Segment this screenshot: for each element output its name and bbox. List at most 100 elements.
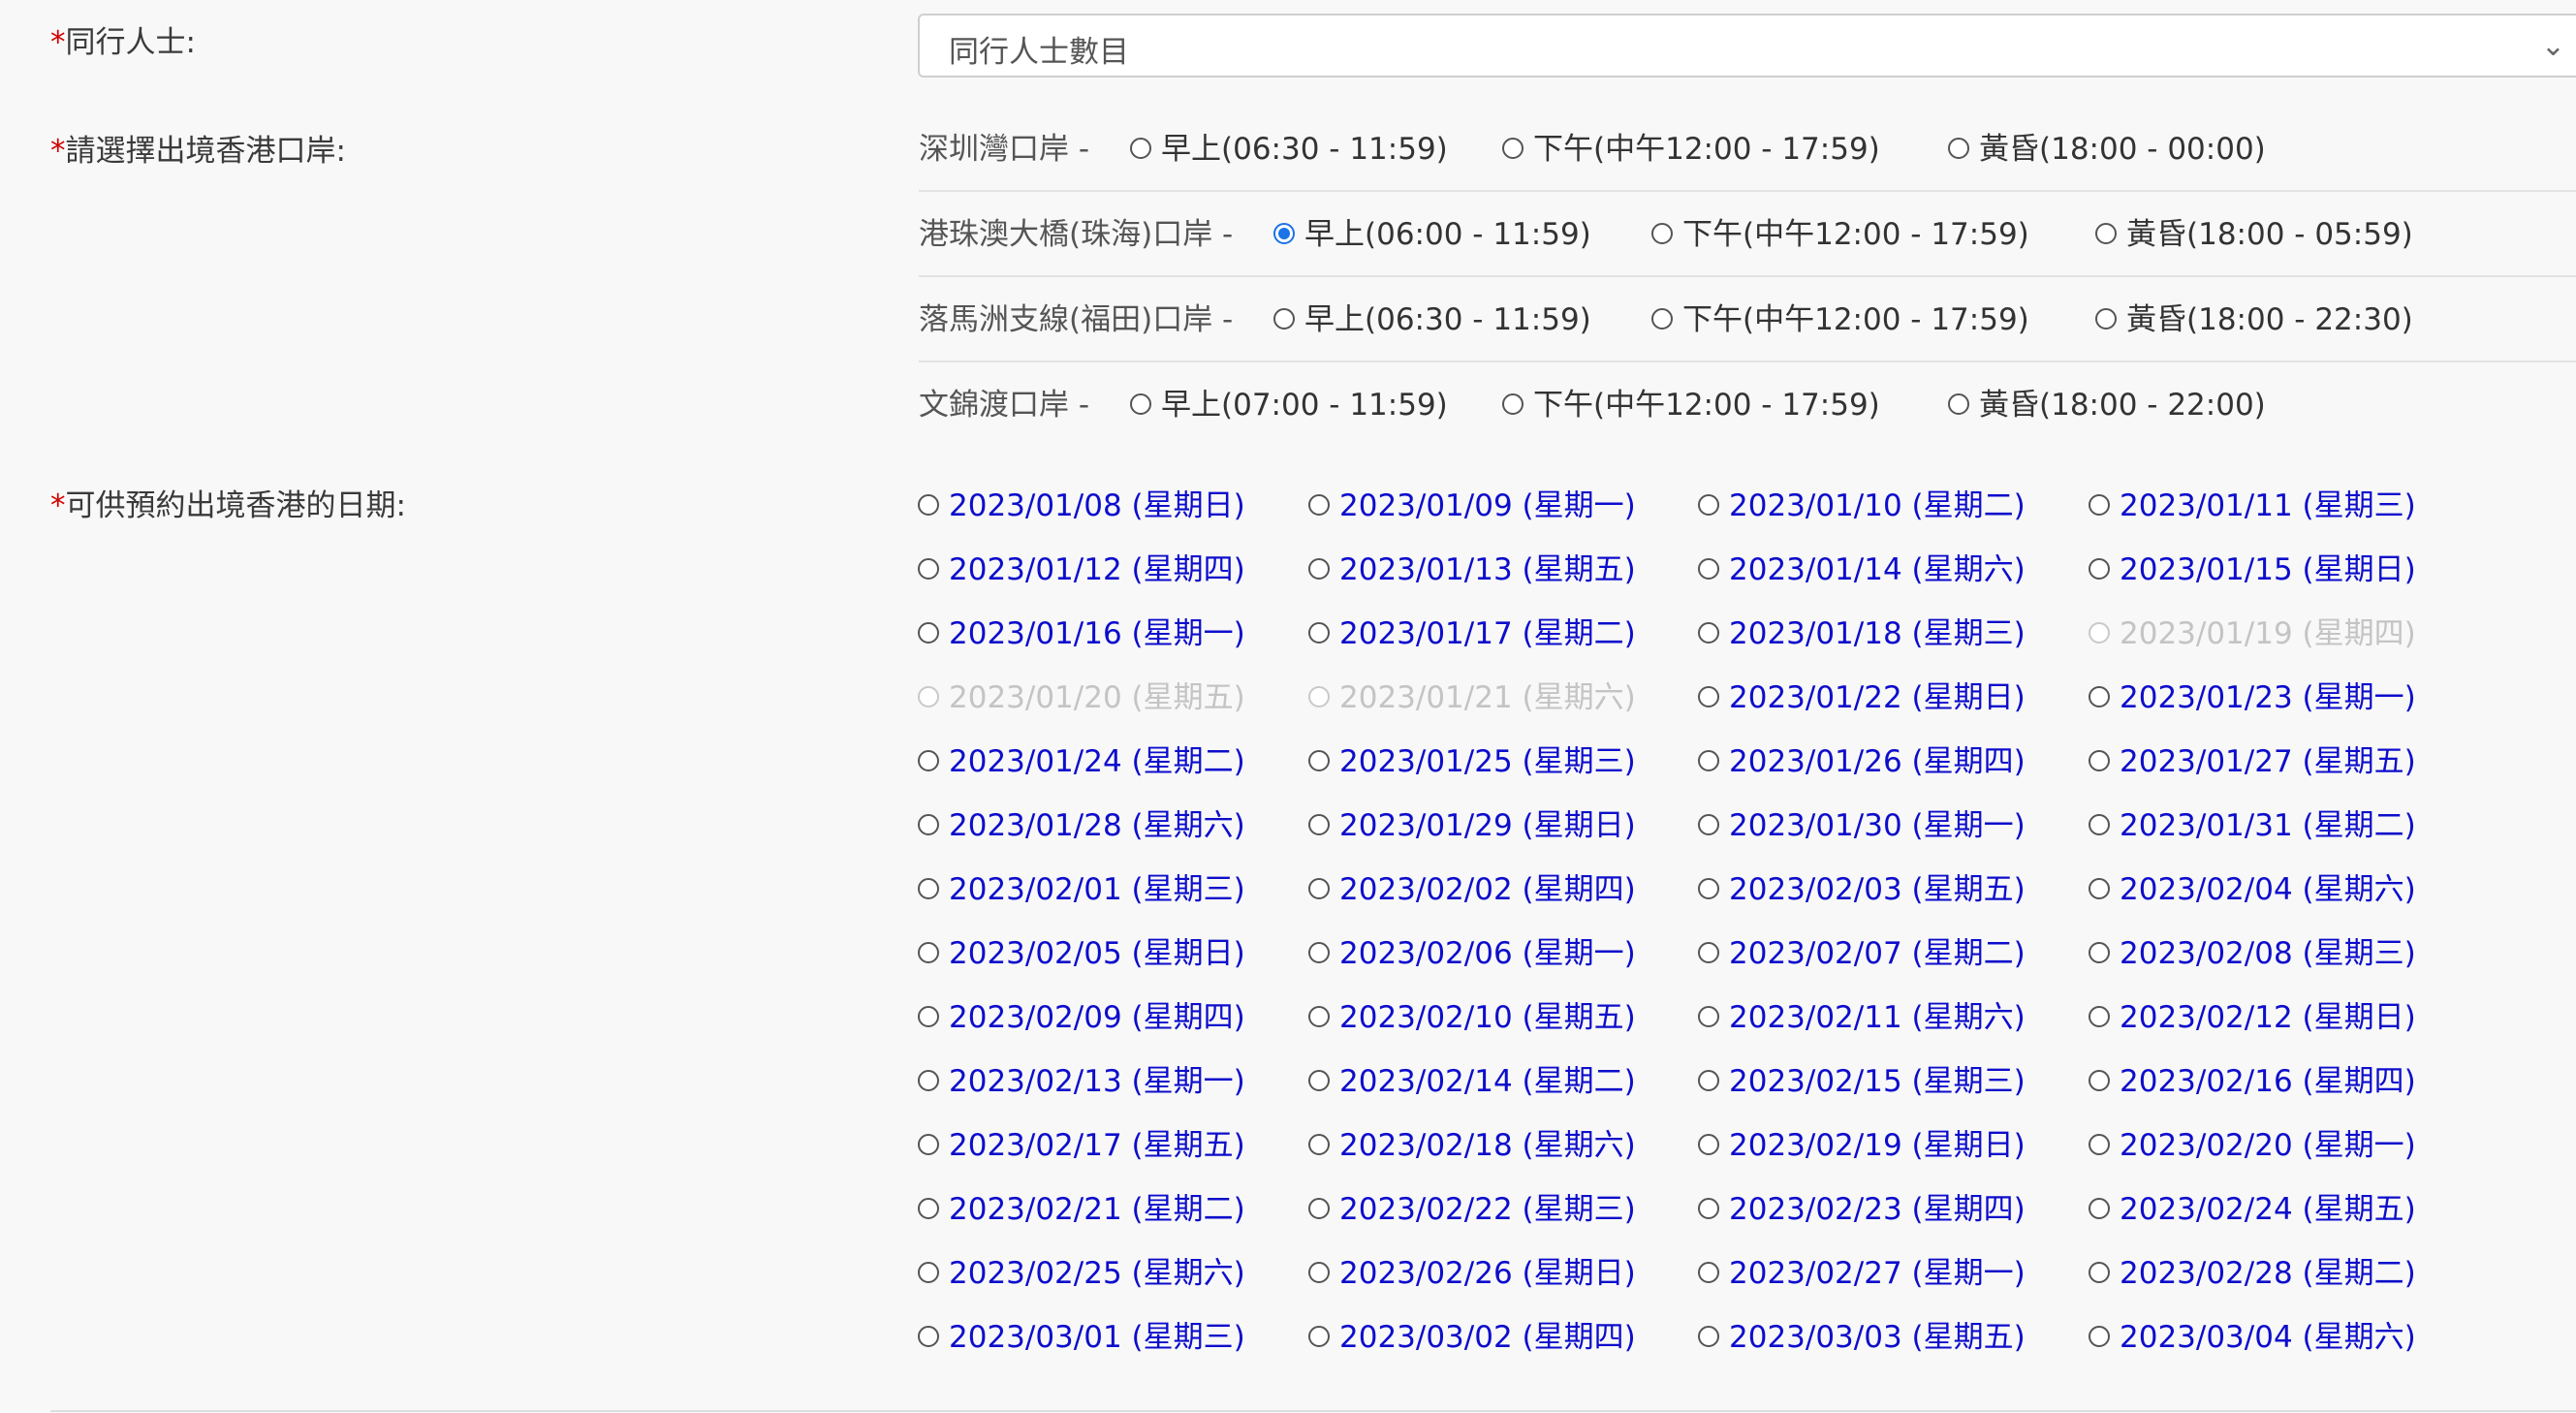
radio-icon[interactable] [1502, 392, 1524, 415]
radio-icon[interactable] [1698, 1133, 1719, 1155]
port-time-option[interactable]: 下午(中午12:00 - 17:59) [1502, 124, 1880, 168]
radio-icon[interactable] [1308, 1197, 1330, 1219]
date-option[interactable]: 2023/02/03 (星期五) [1698, 864, 2026, 908]
radio-icon[interactable] [918, 1197, 939, 1219]
radio-icon[interactable] [918, 493, 939, 516]
radio-icon[interactable] [2089, 877, 2110, 899]
date-option[interactable]: 2023/02/21 (星期二) [918, 1184, 1245, 1228]
radio-icon[interactable] [1308, 1261, 1330, 1283]
radio-icon[interactable] [2089, 685, 2110, 707]
port-time-option[interactable]: 下午(中午12:00 - 17:59) [1502, 380, 1880, 424]
date-option[interactable]: 2023/01/10 (星期二) [1698, 481, 2026, 524]
radio-icon[interactable] [2089, 1197, 2110, 1219]
date-option[interactable]: 2023/01/17 (星期二) [1308, 609, 1636, 652]
port-time-option[interactable]: 黃昏(18:00 - 22:00) [1948, 380, 2266, 424]
radio-icon[interactable] [1308, 557, 1330, 580]
radio-icon[interactable] [2089, 749, 2110, 771]
radio-icon[interactable] [1698, 493, 1719, 516]
port-time-option[interactable]: 下午(中午12:00 - 17:59) [1651, 209, 2029, 253]
radio-icon[interactable] [2089, 1069, 2110, 1091]
date-option[interactable]: 2023/02/17 (星期五) [918, 1120, 1245, 1164]
date-option[interactable]: 2023/02/01 (星期三) [918, 864, 1245, 908]
radio-icon[interactable] [1698, 877, 1719, 899]
radio-icon[interactable] [2089, 557, 2110, 580]
date-option[interactable]: 2023/02/16 (星期四) [2089, 1056, 2416, 1100]
date-option[interactable]: 2023/01/24 (星期二) [918, 737, 1245, 780]
companions-select[interactable]: 同行人士數目 ⌄ [918, 14, 2576, 78]
radio-icon[interactable] [1698, 749, 1719, 771]
radio-icon[interactable] [2089, 1261, 2110, 1283]
radio-icon[interactable] [918, 1069, 939, 1091]
date-option[interactable]: 2023/02/05 (星期日) [918, 928, 1245, 972]
radio-icon[interactable] [2095, 307, 2117, 330]
port-time-option[interactable]: 早上(06:30 - 11:59) [1130, 124, 1448, 168]
radio-icon[interactable] [918, 941, 939, 963]
date-option[interactable]: 2023/02/20 (星期一) [2089, 1120, 2416, 1164]
date-option[interactable]: 2023/02/26 (星期日) [1308, 1248, 1636, 1292]
date-option[interactable]: 2023/01/11 (星期三) [2089, 481, 2416, 524]
radio-icon[interactable] [1308, 1133, 1330, 1155]
radio-icon[interactable] [918, 557, 939, 580]
date-option[interactable]: 2023/01/30 (星期一) [1698, 801, 2026, 844]
radio-icon[interactable] [1698, 1261, 1719, 1283]
date-option[interactable]: 2023/01/31 (星期二) [2089, 801, 2416, 844]
date-option[interactable]: 2023/02/11 (星期六) [1698, 992, 2026, 1036]
radio-icon[interactable] [918, 1261, 939, 1283]
radio-checked-icon[interactable] [1273, 222, 1295, 244]
radio-icon[interactable] [2089, 1133, 2110, 1155]
port-time-option[interactable]: 早上(06:30 - 11:59) [1273, 295, 1591, 338]
radio-icon[interactable] [1273, 307, 1295, 330]
radio-icon[interactable] [1130, 392, 1151, 415]
date-option[interactable]: 2023/02/04 (星期六) [2089, 864, 2416, 908]
date-option[interactable]: 2023/03/02 (星期四) [1308, 1312, 1636, 1356]
date-option[interactable]: 2023/01/12 (星期四) [918, 545, 1245, 588]
date-option[interactable]: 2023/02/08 (星期三) [2089, 928, 2416, 972]
date-option[interactable]: 2023/03/03 (星期五) [1698, 1312, 2026, 1356]
radio-icon[interactable] [1308, 493, 1330, 516]
date-option[interactable]: 2023/01/25 (星期三) [1308, 737, 1636, 780]
date-option[interactable]: 2023/02/27 (星期一) [1698, 1248, 2026, 1292]
date-option[interactable]: 2023/02/22 (星期三) [1308, 1184, 1636, 1228]
radio-icon[interactable] [918, 621, 939, 644]
radio-icon[interactable] [1308, 877, 1330, 899]
radio-icon[interactable] [2089, 493, 2110, 516]
date-option[interactable]: 2023/02/02 (星期四) [1308, 864, 1636, 908]
radio-icon[interactable] [1502, 137, 1524, 159]
date-option[interactable]: 2023/02/09 (星期四) [918, 992, 1245, 1036]
date-option[interactable]: 2023/02/13 (星期一) [918, 1056, 1245, 1100]
radio-icon[interactable] [1948, 392, 1969, 415]
radio-icon[interactable] [1698, 941, 1719, 963]
radio-icon[interactable] [1308, 941, 1330, 963]
date-option[interactable]: 2023/01/09 (星期一) [1308, 481, 1636, 524]
date-option[interactable]: 2023/01/28 (星期六) [918, 801, 1245, 844]
date-option[interactable]: 2023/01/16 (星期一) [918, 609, 1245, 652]
radio-icon[interactable] [1308, 813, 1330, 835]
radio-icon[interactable] [2089, 813, 2110, 835]
date-option[interactable]: 2023/01/14 (星期六) [1698, 545, 2026, 588]
date-option[interactable]: 2023/02/06 (星期一) [1308, 928, 1636, 972]
radio-icon[interactable] [918, 813, 939, 835]
radio-icon[interactable] [1698, 1069, 1719, 1091]
radio-icon[interactable] [1698, 1197, 1719, 1219]
radio-icon[interactable] [1698, 557, 1719, 580]
radio-icon[interactable] [1948, 137, 1969, 159]
radio-icon[interactable] [2089, 1005, 2110, 1027]
date-option[interactable]: 2023/03/01 (星期三) [918, 1312, 1245, 1356]
date-option[interactable]: 2023/01/13 (星期五) [1308, 545, 1636, 588]
radio-icon[interactable] [918, 749, 939, 771]
date-option[interactable]: 2023/01/08 (星期日) [918, 481, 1245, 524]
radio-icon[interactable] [1130, 137, 1151, 159]
radio-icon[interactable] [918, 1325, 939, 1347]
date-option[interactable]: 2023/02/19 (星期日) [1698, 1120, 2026, 1164]
radio-icon[interactable] [918, 1005, 939, 1027]
port-time-option[interactable]: 早上(06:00 - 11:59) [1273, 209, 1591, 253]
port-time-option[interactable]: 黃昏(18:00 - 00:00) [1948, 124, 2266, 168]
date-option[interactable]: 2023/02/15 (星期三) [1698, 1056, 2026, 1100]
date-option[interactable]: 2023/01/26 (星期四) [1698, 737, 2026, 780]
date-option[interactable]: 2023/02/10 (星期五) [1308, 992, 1636, 1036]
port-time-option[interactable]: 下午(中午12:00 - 17:59) [1651, 295, 2029, 338]
date-option[interactable]: 2023/02/14 (星期二) [1308, 1056, 1636, 1100]
radio-icon[interactable] [1651, 307, 1673, 330]
date-option[interactable]: 2023/02/18 (星期六) [1308, 1120, 1636, 1164]
radio-icon[interactable] [1308, 749, 1330, 771]
